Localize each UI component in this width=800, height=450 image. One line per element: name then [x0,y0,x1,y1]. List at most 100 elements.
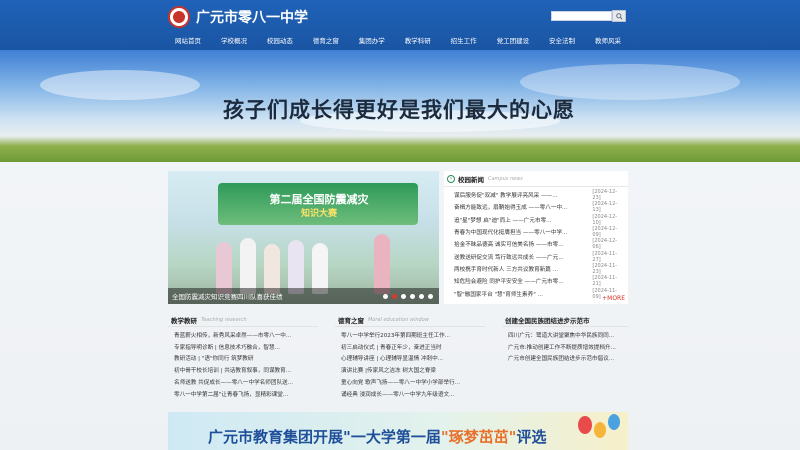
news-item-date: [2024-12-06] [592,238,618,251]
site-title: 广元市零八一中学 [196,10,308,26]
list-item[interactable]: 零八一中学第二届"让青春飞扬，显精彩课堂... [174,388,318,400]
slide-dot[interactable] [419,293,424,299]
column-title[interactable]: 教学教研 [171,315,197,325]
column-list: 零八一中学举行2023年第四期班主任工作... 初三启动仪式 | 青春正年少，奋… [335,327,485,400]
column-subtitle: Moral education window [368,316,429,323]
news-slideshow[interactable]: 第二届全国防震减灾 知识大赛 全国防震减灾知识竞赛四川队喜获佳绩 [168,171,439,304]
list-item[interactable]: 教研活动 | "语"你同行 筑梦教研 [174,353,318,365]
news-item-title[interactable]: 奋楫方能致远，扇鞘始得玉成 ——零八一中... [454,203,592,211]
person-figure [240,238,256,294]
nav-campus-news[interactable]: 校园动态 [260,35,300,45]
arrow-circle-icon: › [447,174,455,183]
main-nav: 网站首页 学校概况 校园动态 德育之窗 集团办学 教学科研 招生工作 党工团建设… [168,33,628,47]
stage-subtitle: 知识大赛 [300,209,337,219]
news-item[interactable]: 青春为中国现代化挺膺担当 ——零八一中学... [2024-12-09] [454,226,625,238]
nav-teaching-research[interactable]: 教学科研 [398,35,438,45]
nav-teachers[interactable]: 教师风采 [588,35,628,45]
person-figure [288,240,304,294]
column-title[interactable]: 德育之窗 [338,315,364,325]
person-figure [312,243,328,294]
teaching-research-column: 教学教研 Teaching research 青蓝薪火相传，新秀风采卓然——市零… [168,313,318,406]
campus-news-subtitle: Campus news [488,175,523,182]
list-item[interactable]: 专家指导明诊断 | 信息技术巧融合，智慧... [174,341,318,353]
nav-moral-education[interactable]: 德育之窗 [306,35,346,45]
nav-home[interactable]: 网站首页 [168,35,208,45]
slideshow-caption-bar: 全国防震减灾知识竞赛四川队喜获佳绩 [168,288,439,304]
nav-school-overview[interactable]: 学校概况 [214,35,254,45]
slide-dot-active[interactable] [392,293,397,299]
news-item[interactable]: 两校携手育时代新人 三方共议教育新篇 ... [2024-11-23] [454,263,625,275]
slide-dot[interactable] [383,293,388,299]
site-header: 广元市零八一中学 网站首页 学校概况 校园动态 德育之窗 集团办学 教学科研 招… [0,0,800,50]
list-item[interactable]: 四川广元：鹭道大讲堂聚焦中华民族同同... [508,329,628,341]
promo-banner[interactable]: 广元市教育集团开展"一大学第一届"琢梦茁茁"评选 [168,412,628,450]
nav-group-schools[interactable]: 集团办学 [352,35,392,45]
column-header: 创建全国民族团结进步示范市 [502,313,628,327]
promo-text-tail: 评选 [516,428,547,446]
list-item[interactable]: 初三启动仪式 | 青春正年少，奋进正当时 [341,341,485,353]
news-item-title[interactable]: "智"融国家平台 "慧"育师生素养" ... [454,290,592,298]
balloon-decoration [594,422,606,438]
nav-admissions[interactable]: 招生工作 [444,35,484,45]
cloud-decoration [40,70,200,100]
list-item[interactable]: 诵经典 浸润成长——零八一中学九年级语文... [341,388,485,400]
nav-party-building[interactable]: 党工团建设 [490,35,537,45]
search-button[interactable] [612,10,626,22]
hero-banner: 孩子们成长得更好是我们最大的心愿 [0,50,800,162]
list-item[interactable]: 童心向党 歌声飞扬——零八一中学小学部举行... [341,376,485,388]
news-item-date: [2024-11-23] [592,262,618,275]
stage-title: 第二届全国防震减灾 [269,193,369,206]
news-item-title[interactable]: 知危险会避险 同护平安安全 ——广元市零... [454,277,592,285]
news-item-date: [2024-11-27] [592,250,618,263]
promo-text: 广元市教育集团开展"一大学第一届"琢梦茁茁"评选 [208,426,546,447]
list-item[interactable]: 名师送教 共促成长——零八一中学名师团队送... [174,376,318,388]
list-item[interactable]: 初中骨干校长培训 | 共话教育叙事，同谋教育... [174,364,318,376]
balloon-decoration [578,416,592,434]
campus-news-panel: › 校园新闻 Campus news 谋后服务促"双减" 教学展评亮风采 ——.… [444,171,628,304]
news-item-title[interactable]: 送教送研促交流 笃行致远共成长 ——广元... [454,253,592,261]
news-item[interactable]: 奋楫方能致远，扇鞘始得玉成 ——零八一中... [2024-12-13] [454,201,625,213]
news-item-title[interactable]: 两校携手育时代新人 三方共议教育新篇 ... [454,265,592,273]
news-item-title[interactable]: 谋后服务促"双减" 教学展评亮风采 ——... [454,191,592,199]
promo-text-main: 广元市教育集团开展"一大学第一届 [208,428,441,446]
column-header: 德育之窗 Moral education window [335,313,485,327]
news-item-title[interactable]: 青春为中国现代化挺膺担当 ——零八一中学... [454,228,592,236]
news-item-title[interactable]: 追"星"梦想 启"迪"而上 ——广元市零... [454,216,592,224]
slide-dot[interactable] [401,293,406,299]
search-input[interactable] [551,11,612,21]
slide-dot[interactable] [428,293,433,299]
news-item[interactable]: 谋后服务促"双减" 教学展评亮风采 ——... [2024-12-23] [454,189,625,201]
news-item-date: [2024-11-21] [592,275,618,288]
list-item[interactable]: 演讲比赛 |传家风之洁冻 树大国之脊梁 [341,364,485,376]
list-item[interactable]: 广元市创建全国民族团结进步示范市倡议... [508,353,628,365]
news-item-date: [2024-12-23] [592,189,618,202]
campus-news-list: 谋后服务促"双减" 教学展评亮风采 ——... [2024-12-23] 奋楫方能… [444,187,628,300]
list-item[interactable]: 青蓝薪火相传，新秀风采卓然——市零八一中... [174,329,318,341]
news-item[interactable]: 追"星"梦想 启"迪"而上 ——广元市零... [2024-12-10] [454,214,625,226]
ethnic-unity-column: 创建全国民族团结进步示范市 四川广元：鹭道大讲堂聚焦中华民族同同... 广元市:… [502,313,628,406]
person-figure [216,242,232,294]
news-item[interactable]: 知危险会避险 同护平安安全 ——广元市零... [2024-11-21] [454,275,625,287]
school-seal-icon [168,6,190,28]
list-item[interactable]: 心理辅导讲座 | 心理辅导显温情 冲刺中... [341,353,485,365]
more-link[interactable]: +MORE [602,295,625,302]
column-subtitle: Teaching research [201,316,247,323]
search-icon [615,12,623,20]
campus-news-title[interactable]: 校园新闻 [458,174,484,184]
news-item[interactable]: 拾金不昧品德高 诚实可信美名扬 ——市零... [2024-12-06] [454,238,625,250]
column-title[interactable]: 创建全国民族团结进步示范市 [505,315,590,325]
slide-dot[interactable] [410,293,415,299]
moral-education-column: 德育之窗 Moral education window 零八一中学举行2023年… [335,313,485,406]
promo-text-highlight: "琢梦茁茁" [440,428,517,446]
news-item-date: [2024-12-09] [592,226,618,239]
list-item[interactable]: 广元市:推动创建工作不断提质增效提档升... [508,341,628,353]
news-item-date: [2024-12-10] [592,213,618,226]
nav-safety-law[interactable]: 安全法制 [542,35,582,45]
slideshow-caption[interactable]: 全国防震减灾知识竞赛四川队喜获佳绩 [172,291,283,301]
news-item[interactable]: "智"融国家平台 "慧"育师生素养" ... [2024-11-09] [454,287,625,300]
news-item[interactable]: 送教送研促交流 笃行致远共成长 ——广元... [2024-11-27] [454,250,625,263]
banner-slogan: 孩子们成长得更好是我们最大的心愿 [223,97,575,122]
site-logo[interactable]: 广元市零八一中学 [168,6,308,28]
news-item-title[interactable]: 拾金不昧品德高 诚实可信美名扬 ——市零... [454,240,592,248]
list-item[interactable]: 零八一中学举行2023年第四期班主任工作... [341,329,485,341]
